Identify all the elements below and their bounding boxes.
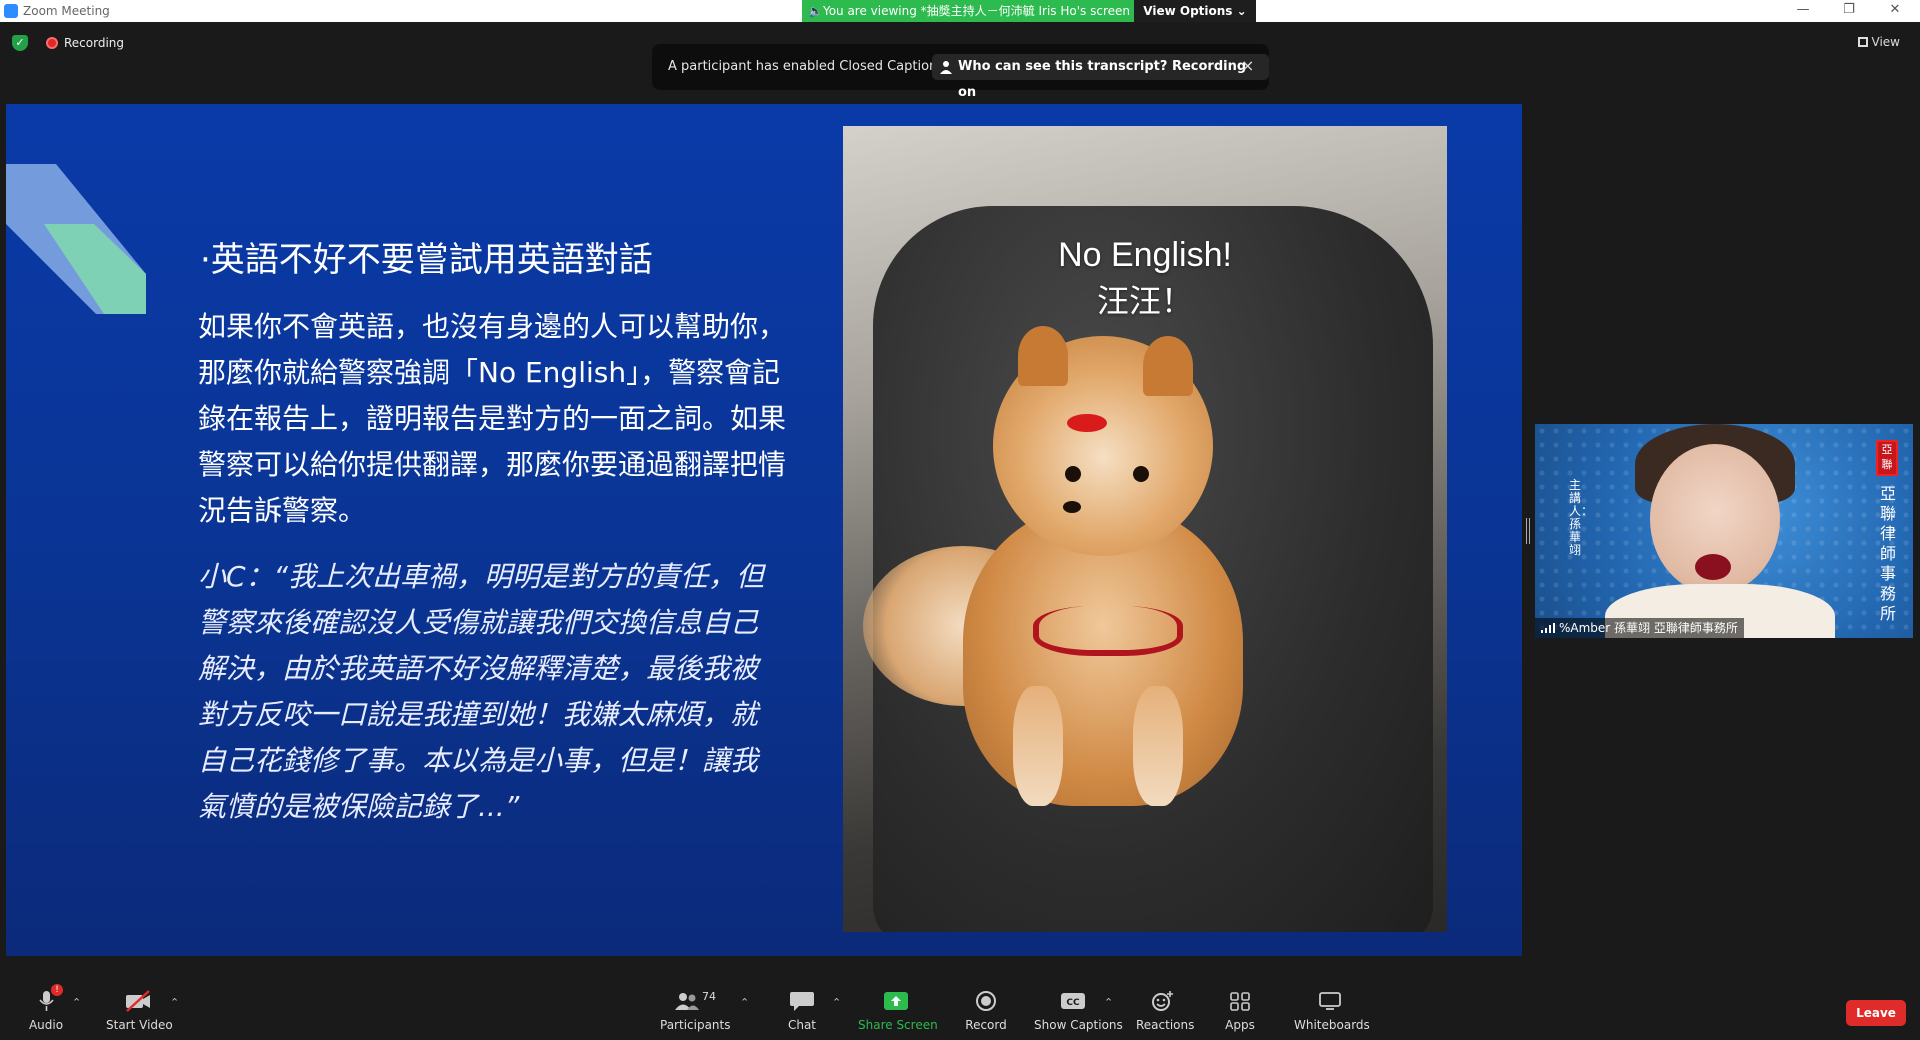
participants-button[interactable]: 74 Participants	[660, 990, 731, 1032]
slide-dog-photo: No English! 汪汪！	[843, 126, 1447, 932]
photo-title-english: No English!	[1058, 236, 1232, 274]
person-icon	[940, 61, 952, 74]
close-icon[interactable]: ×	[1241, 56, 1254, 75]
speaker-mouth	[1695, 554, 1731, 580]
view-layout-icon	[1857, 37, 1868, 47]
speaker-icon: 🔈	[808, 4, 823, 18]
view-button[interactable]: View	[1857, 35, 1900, 49]
chat-bubble-icon	[789, 990, 815, 1012]
law-firm-vertical-label: 亞聯律師事務所	[1880, 484, 1897, 623]
chevron-down-icon: ⌄	[1236, 4, 1247, 18]
slide-quote-text: 小C：“我上次出車禍，明明是對方的責任，但警察來後確認沒人受傷就讓我們交換信息自…	[198, 560, 765, 823]
chat-button[interactable]: Chat	[782, 990, 822, 1032]
recording-icon	[46, 37, 58, 49]
dog-ear	[1143, 336, 1193, 396]
apps-label: Apps	[1225, 1018, 1255, 1032]
dog-leg	[1013, 686, 1063, 806]
chat-options-caret[interactable]: ⌃	[832, 996, 841, 1009]
signal-strength-icon	[1541, 623, 1555, 633]
panel-resize-handle[interactable]	[1526, 518, 1530, 544]
start-video-button[interactable]: Start Video	[106, 990, 173, 1032]
transcript-visibility-button[interactable]: Who can see this transcript? Recording o…	[932, 54, 1269, 100]
participants-icon: 74	[674, 990, 716, 1012]
chat-label: Chat	[787, 1018, 817, 1032]
dog-eye	[1133, 466, 1149, 482]
view-options-label: View Options	[1143, 4, 1233, 18]
dog-nose	[1063, 501, 1081, 513]
dog-leg	[1133, 686, 1183, 806]
viewing-banner: 🔈You are viewing *抽獎主持人－何沛毓 Iris Ho's sc…	[802, 0, 1134, 22]
recording-label[interactable]: Recording	[64, 36, 124, 50]
viewing-banner-text: You are viewing *抽獎主持人－何沛毓 Iris Ho's scr…	[822, 4, 1130, 18]
record-label: Record	[965, 1018, 1007, 1032]
share-screen-icon	[883, 990, 909, 1012]
apps-button[interactable]: Apps	[1222, 990, 1258, 1032]
dog-harness	[1033, 606, 1183, 656]
closed-captions-icon: CC	[1060, 990, 1086, 1012]
window-titlebar: Zoom Meeting 🔈You are viewing *抽獎主持人－何沛毓…	[0, 0, 1920, 22]
restore-button[interactable]: ❐	[1834, 2, 1864, 17]
transcript-visibility-label: Who can see this transcript? Recording o…	[958, 59, 1247, 100]
minimize-button[interactable]: —	[1788, 2, 1818, 17]
window-title: Zoom Meeting	[23, 4, 110, 18]
video-options-caret[interactable]: ⌃	[170, 996, 179, 1009]
security-shield-icon[interactable]: ✓	[12, 35, 28, 51]
meeting-toolbar: ! Audio ⌃ Start Video ⌃ 74 Participants …	[0, 968, 1920, 1040]
caption-notification: A participant has enabled Closed Caption…	[652, 44, 1269, 100]
close-window-button[interactable]: ✕	[1880, 2, 1910, 17]
dog-eye	[1065, 466, 1081, 482]
audio-button[interactable]: ! Audio	[26, 984, 66, 1032]
participant-name: %Amber 孫華翊 亞聯律師事務所	[1559, 621, 1738, 635]
slide-body-text: 如果你不會英語，也沒有身邊的人可以幫助你，那麼你就給警察強調「No Englis…	[198, 310, 787, 527]
dog-ear	[1018, 326, 1068, 386]
participant-name-bar: %Amber 孫華翊 亞聯律師事務所	[1535, 618, 1744, 638]
start-video-label: Start Video	[106, 1018, 173, 1032]
caption-notification-message: A participant has enabled Closed Caption…	[668, 59, 958, 74]
svg-text:CC: CC	[1066, 998, 1080, 1008]
view-label: View	[1871, 35, 1900, 49]
audio-options-caret[interactable]: ⌃	[72, 996, 81, 1009]
audio-warning-badge: !	[51, 984, 63, 996]
reactions-button[interactable]: Reactions	[1136, 990, 1195, 1032]
apps-icon	[1227, 990, 1253, 1012]
reactions-label: Reactions	[1136, 1018, 1195, 1032]
share-screen-button[interactable]: Share Screen	[858, 990, 938, 1032]
record-button[interactable]: Record	[964, 990, 1008, 1032]
presenter-vertical-label: 主講人：孫華翊	[1569, 478, 1594, 557]
participants-label: Participants	[660, 1018, 731, 1032]
participant-video-tile[interactable]: 主講人：孫華翊 亞聯 亞聯律師事務所 %Amber 孫華翊 亞聯律師事務所	[1535, 424, 1913, 638]
share-screen-label: Share Screen	[858, 1018, 938, 1032]
audio-label: Audio	[28, 1018, 64, 1032]
shared-screen: ·英語不好不要嘗試用英語對話 如果你不會英語，也沒有身邊的人可以幫助你，那麼你就…	[6, 104, 1522, 956]
participants-options-caret[interactable]: ⌃	[740, 996, 749, 1009]
whiteboards-button[interactable]: Whiteboards	[1294, 990, 1370, 1032]
smiley-plus-icon	[1149, 990, 1175, 1012]
show-captions-label: Show Captions	[1034, 1018, 1123, 1032]
photo-title-chinese: 汪汪！	[1096, 282, 1193, 320]
whiteboard-icon	[1317, 990, 1343, 1012]
slide-heading: ·英語不好不要嘗試用英語對話	[200, 240, 653, 280]
dog-bow	[1067, 414, 1107, 432]
participants-count: 74	[702, 990, 716, 1003]
view-options-button[interactable]: View Options ⌄	[1134, 0, 1256, 22]
captions-options-caret[interactable]: ⌃	[1104, 996, 1113, 1009]
slide-decoration	[6, 164, 146, 314]
whiteboards-label: Whiteboards	[1294, 1018, 1370, 1032]
video-off-icon	[125, 990, 151, 1012]
leave-button[interactable]: Leave	[1846, 1000, 1906, 1026]
law-firm-seal: 亞聯	[1876, 440, 1898, 476]
zoom-logo-icon	[4, 4, 18, 18]
show-captions-button[interactable]: CC Show Captions	[1034, 990, 1123, 1032]
microphone-icon: !	[33, 984, 63, 1012]
record-icon	[973, 990, 999, 1012]
